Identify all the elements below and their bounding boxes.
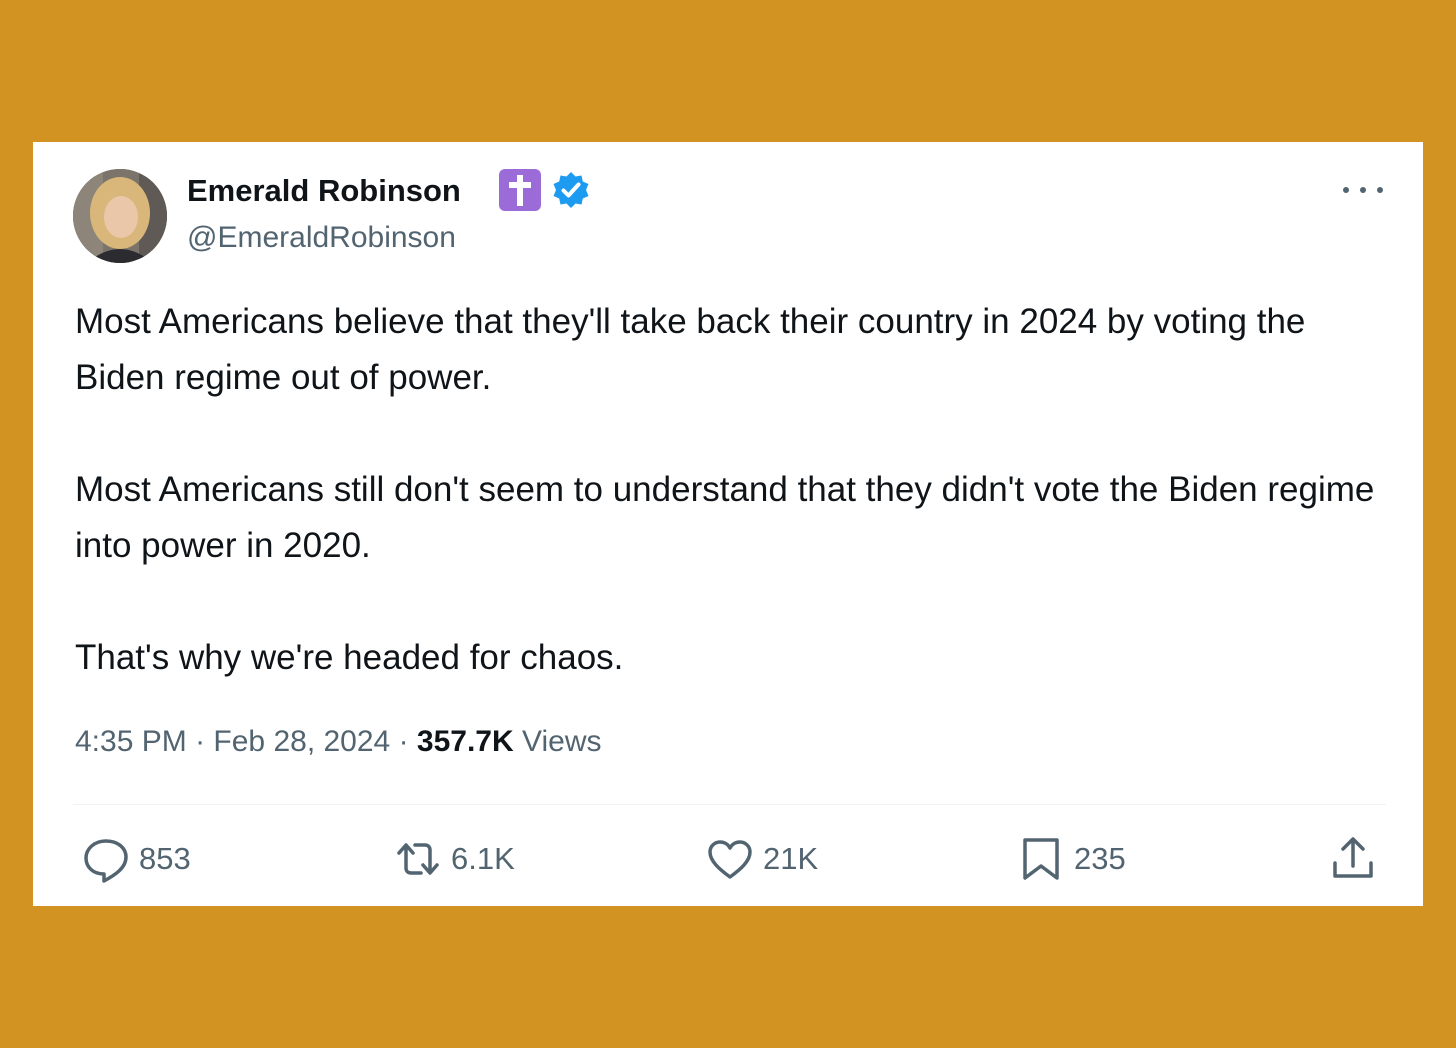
share-icon <box>1328 834 1378 884</box>
tweet-paragraph: That's why we're headed for chaos. <box>75 638 624 677</box>
share-button[interactable] <box>1328 834 1378 884</box>
bookmark-icon <box>1016 834 1066 884</box>
avatar[interactable] <box>73 169 167 263</box>
reply-icon <box>81 834 131 884</box>
repost-button[interactable]: 6.1K <box>393 834 515 884</box>
tweet-paragraph: Most Americans still don't seem to under… <box>75 470 1375 565</box>
tweet-text: Most Americans believe that they'll take… <box>75 294 1385 686</box>
author-handle[interactable]: @EmeraldRobinson <box>187 220 456 256</box>
author-display-name[interactable]: Emerald Robinson <box>187 173 461 209</box>
views-count: 357.7K <box>416 725 514 758</box>
repost-icon <box>393 834 443 884</box>
verified-badge-icon[interactable] <box>551 170 591 210</box>
reply-button[interactable]: 853 <box>81 834 191 884</box>
repost-count: 6.1K <box>451 841 515 876</box>
like-count: 21K <box>763 841 819 876</box>
meta-separator: · <box>398 725 409 758</box>
bookmark-count: 235 <box>1074 841 1126 876</box>
views-label: Views <box>522 725 602 758</box>
tweet-paragraph: Most Americans believe that they'll take… <box>75 302 1306 397</box>
meta-separator: · <box>195 725 206 758</box>
cross-emoji-icon <box>499 169 541 211</box>
tweet-date[interactable]: Feb 28, 2024 <box>213 725 390 758</box>
bookmark-button[interactable]: 235 <box>1016 834 1126 884</box>
more-options-icon[interactable] <box>1343 172 1383 208</box>
tweet-meta: 4:35 PM · Feb 28, 2024 · 357.7K Views <box>75 720 602 764</box>
like-button[interactable]: 21K <box>705 834 818 884</box>
tweet-time[interactable]: 4:35 PM <box>75 725 187 758</box>
divider <box>73 804 1386 805</box>
reply-count: 853 <box>139 841 191 876</box>
tweet-card: Emerald Robinson @EmeraldRobinson Most A… <box>33 142 1423 906</box>
heart-icon <box>705 834 755 884</box>
